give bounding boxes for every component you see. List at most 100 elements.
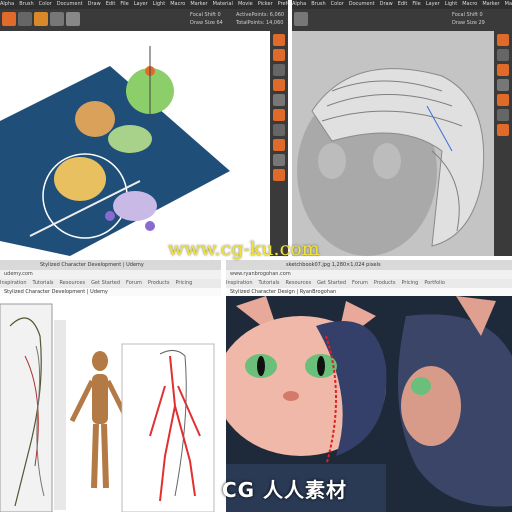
edit-icon[interactable] [294,12,308,26]
menu-item[interactable]: Alpha [292,1,306,7]
browser-tab-bar[interactable]: Stylized Character Development | Udemy [0,260,221,270]
blue-floor-plane [0,66,230,256]
menu-item[interactable]: File [120,1,128,7]
menu-item[interactable]: Macro [170,1,185,7]
menu-item[interactable]: Material [505,1,512,7]
floor-icon[interactable] [273,109,285,121]
zbrush-menubar[interactable]: Alpha Brush Color Document Draw Edit File Layer… [292,0,512,9]
menu-item[interactable]: Light [445,1,457,7]
nav-link[interactable]: Portfolio [424,280,445,286]
scroll-icon[interactable] [273,34,285,46]
nav-link[interactable]: Resources [60,280,86,286]
fox-head-lower [54,157,106,201]
mannequin-torso [92,374,108,424]
frame-icon[interactable] [497,79,509,91]
tab-title[interactable]: sketchbook07.jpg 1,280×1,024 pixels [286,262,381,268]
zoom-icon[interactable] [273,49,285,61]
draw-size-label[interactable]: Draw Size 29 [452,19,485,27]
floor-icon[interactable] [497,109,509,121]
menu-item[interactable]: Marker [190,1,207,7]
leg-joint [145,221,155,231]
persp-icon[interactable] [497,94,509,106]
actual-icon[interactable] [273,64,285,76]
menu-item[interactable]: Layer [134,1,148,7]
browser-tab-bar[interactable]: sketchbook07.jpg 1,280×1,024 pixels [226,260,512,270]
menu-item[interactable]: Document [57,1,83,7]
cat-pupil [257,356,265,376]
breadcrumb: Stylized Character Development | Udemy [0,288,221,296]
focal-shift-label[interactable]: Focal Shift 0 [190,11,221,19]
scale-icon[interactable] [50,12,64,26]
cat-nose [283,391,299,401]
eye-socket [373,143,401,179]
scroll-icon[interactable] [497,34,509,46]
solo-icon[interactable] [273,169,285,181]
menu-item[interactable]: Alpha [0,1,14,7]
nav-link[interactable]: Pricing [175,280,192,286]
nav-link[interactable]: Get Started [91,280,120,286]
watermark-url: www.cg-ku.com [168,238,320,260]
cat-eye [411,377,431,395]
menu-item[interactable]: Edit [106,1,116,7]
move-icon[interactable] [34,12,48,26]
menu-item[interactable]: Movie [238,1,253,7]
nav-link[interactable]: Tutorials [259,280,280,286]
menu-item[interactable]: Light [153,1,165,7]
zoom-icon[interactable] [497,49,509,61]
draw-size-label[interactable]: Draw Size 64 [190,19,223,27]
menu-item[interactable]: Layer [426,1,440,7]
menu-item[interactable]: File [412,1,420,7]
nav-link[interactable]: Inspiration [226,280,253,286]
drawing-panel [121,343,215,512]
menu-item[interactable]: Brush [311,1,325,7]
nav-link[interactable]: Inspiration [0,280,27,286]
nav-link[interactable]: Resources [286,280,312,286]
site-nav: Inspiration Tutorials Resources Get Started… [0,279,221,288]
nav-link[interactable]: Products [374,280,396,286]
menu-item[interactable]: Document [349,1,375,7]
frame-icon[interactable] [273,79,285,91]
menu-item[interactable]: Brush [19,1,33,7]
nav-link[interactable]: Products [148,280,170,286]
nav-link[interactable]: Forum [352,280,368,286]
menu-item[interactable]: Draw [380,1,393,7]
tab-title[interactable]: Stylized Character Development | Udemy [40,262,144,268]
sculpt-canvas[interactable] [292,31,494,256]
mannequin-leg [101,423,109,489]
menu-item[interactable]: Macro [462,1,477,7]
browser-panel-bottom-left: Stylized Character Development | Udemy u… [0,260,221,512]
actual-icon[interactable] [497,64,509,76]
breadcrumb: Stylized Character Design | RyanBrogohan [226,288,512,296]
active-points-label: ActivePoints: 6,060 [236,12,285,18]
menu-item[interactable]: Material [213,1,233,7]
menu-item[interactable]: Marker [482,1,499,7]
nav-link[interactable]: Tutorials [33,280,54,286]
menu-item[interactable]: Color [331,1,344,7]
nav-link[interactable]: Get Started [317,280,346,286]
url-text[interactable]: udemy.com [4,271,33,277]
local-icon[interactable] [273,124,285,136]
watermark-logo: CG 人人素材 [222,478,348,502]
menu-item[interactable]: Edit [398,1,408,7]
menu-item[interactable]: Picker [258,1,273,7]
focal-shift-label[interactable]: Focal Shift 0 [452,11,483,19]
nav-link[interactable]: Pricing [401,280,418,286]
rotate-icon[interactable] [66,12,80,26]
menu-item[interactable]: Preferences [278,1,288,7]
url-text[interactable]: www.ryanbrogohan.com [230,271,291,277]
persp-icon[interactable] [273,94,285,106]
edit-icon[interactable] [2,12,16,26]
zbrush-panel-top-right: Alpha Brush Color Document Draw Edit File Layer… [292,0,512,256]
xyz-icon[interactable] [273,139,285,151]
draw-icon[interactable] [18,12,32,26]
zbrush-menubar[interactable]: Alpha Brush Color Document Draw Edit File Layer… [0,0,288,9]
sculpt-canvas[interactable] [0,31,270,256]
transp-icon[interactable] [273,154,285,166]
menu-item[interactable]: Color [39,1,52,7]
menu-item[interactable]: Draw [88,1,101,7]
site-nav: Inspiration Tutorials Resources Get Started… [226,279,512,288]
nav-link[interactable]: Forum [126,280,142,286]
mannequin-head [92,351,108,371]
mannequin-leg [91,423,99,489]
local-icon[interactable] [497,124,509,136]
